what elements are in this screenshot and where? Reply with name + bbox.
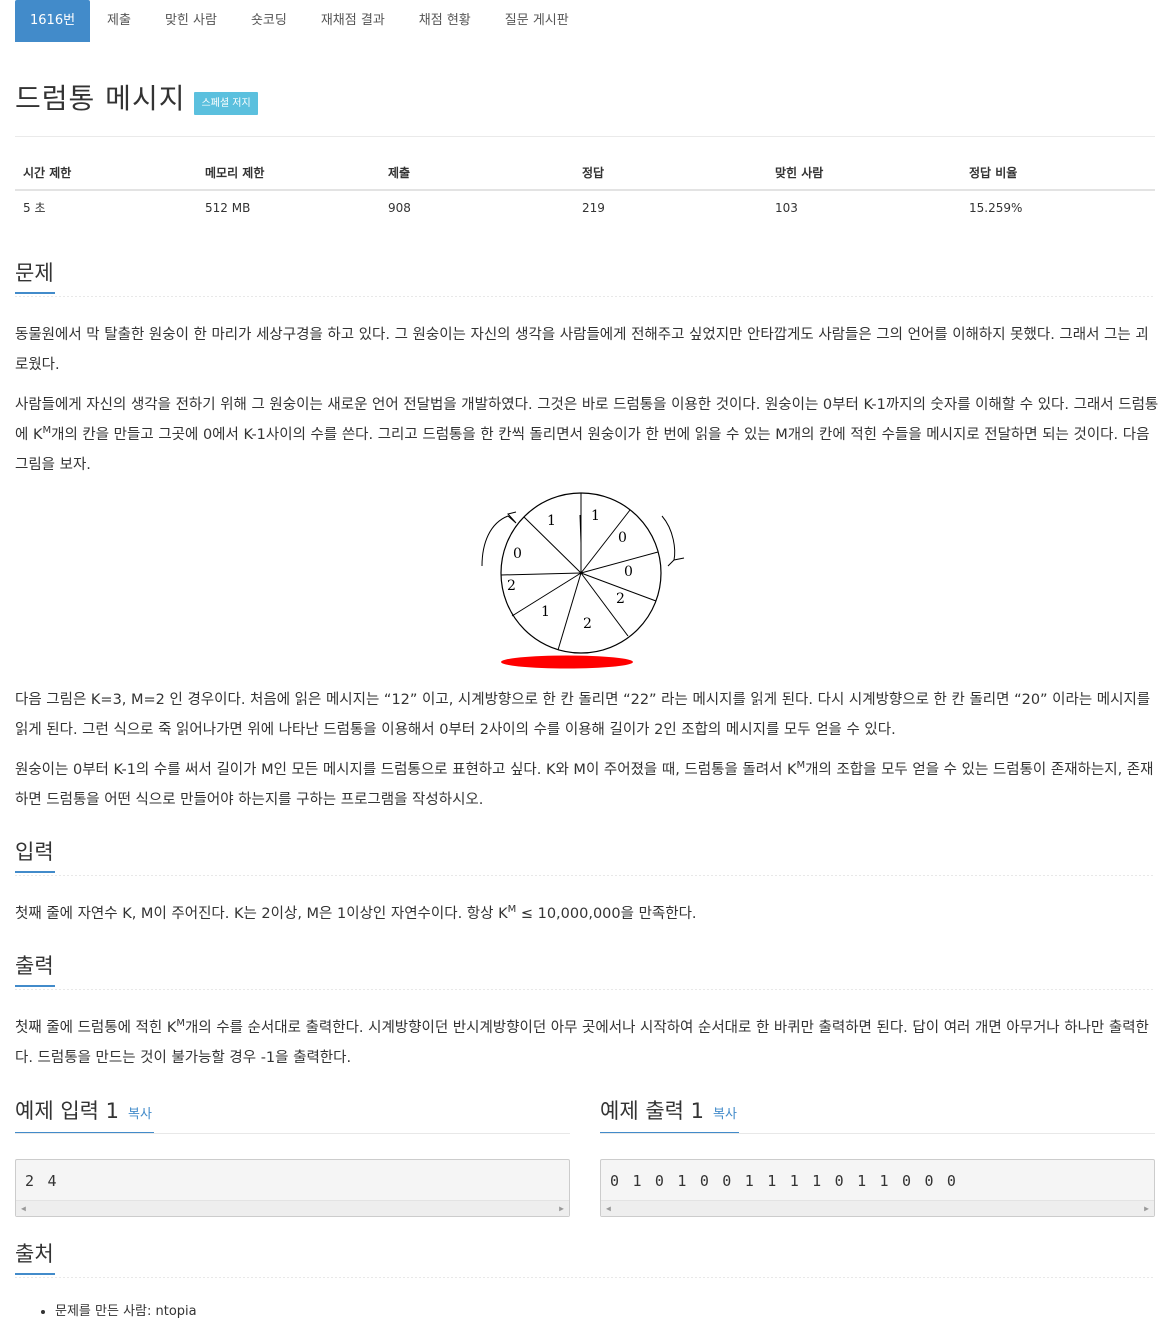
special-judge-badge: 스페셜 저지 (194, 92, 258, 115)
header-memory-limit: 메모리 제한 (197, 156, 380, 191)
output-text: 개의 수를 순서대로 출력한다. 시계방향이던 반시계방향이던 아무 곳에서나 … (15, 1020, 1149, 1066)
header-solvers: 맞힌 사람 (767, 156, 961, 191)
table-row: 5 초 512 MB 908 219 103 15.259% (15, 190, 1155, 224)
heading-underline (15, 985, 55, 987)
drum-digits: 1 1 0 0 2 2 1 2 0 (507, 508, 633, 632)
section-title-input: 입력 (15, 840, 54, 864)
tab-rejudge[interactable]: 재채점 결과 (304, 0, 402, 42)
tab-submit[interactable]: 제출 (90, 0, 148, 42)
drum-digit: 2 (616, 591, 625, 607)
sample-output-heading: 예제 출력 1 복사 (600, 1096, 737, 1130)
arrow-left-icon (481, 511, 517, 567)
tab-problem[interactable]: 1616번 (15, 0, 91, 42)
section-heading-description: 문제 (15, 258, 55, 294)
description-paragraph-2: 사람들에게 자신의 생각을 전하기 위해 그 원숭이는 새로운 언어 전달법을 … (15, 390, 1160, 480)
list-item: 문제를 만든 사람: ntopia (55, 1298, 197, 1326)
sample-output-text: 0 1 0 1 0 0 1 1 1 1 0 1 1 0 0 0 (610, 1172, 959, 1190)
drum-digit: 1 (541, 604, 550, 620)
sample-output-title: 예제 출력 1 (600, 1099, 704, 1123)
scroll-left-icon[interactable]: ◀ (21, 1204, 26, 1213)
sample-input-box[interactable]: 2 4 ◀ ▶ (15, 1159, 570, 1217)
drum-digit: 0 (618, 530, 627, 546)
section-divider (15, 296, 1155, 297)
scroll-right-icon[interactable]: ▶ (1144, 1204, 1149, 1213)
drum-digit: 0 (624, 564, 633, 580)
value-ratio: 15.259% (969, 200, 1023, 215)
horizontal-scrollbar[interactable]: ◀ ▶ (16, 1200, 569, 1216)
value-accepted: 219 (582, 200, 605, 215)
drum-digit: 2 (507, 578, 516, 594)
problem-tabs: 1616번 제출 맞힌 사람 숏코딩 재채점 결과 채점 현황 질문 게시판 (15, 0, 586, 42)
sample-input-title: 예제 입력 1 (15, 1099, 119, 1123)
title-row: 드럼통 메시지 스페셜 저지 (15, 80, 258, 118)
drum-digit: 1 (591, 508, 600, 524)
value-submissions: 908 (388, 200, 411, 215)
drum-digit: 1 (547, 513, 556, 529)
drum-figure: 1 1 0 0 2 2 1 2 0 (481, 492, 685, 669)
copy-input-button[interactable]: 복사 (128, 1100, 152, 1130)
table-header-row: 시간 제한 메모리 제한 제출 정답 맞힌 사람 정답 비율 (15, 156, 1155, 191)
input-text: ≤ 10,000,000을 만족한다. (516, 906, 697, 922)
copy-output-button[interactable]: 복사 (713, 1100, 737, 1130)
description-paragraph-4: 원숭이는 0부터 K-1의 수를 써서 길이가 M인 모든 메시지를 드럼통으로… (15, 755, 1160, 815)
sample-input-heading: 예제 입력 1 복사 (15, 1096, 152, 1130)
value-solvers: 103 (775, 200, 798, 215)
description-paragraph-3: 다음 그림은 K=3, M=2 인 경우이다. 처음에 읽은 메시지는 “12”… (15, 692, 1151, 738)
output-text: 첫째 줄에 드럼통에 적힌 K (15, 1020, 177, 1036)
section-heading-input: 입력 (15, 837, 55, 873)
superscript: M (176, 1018, 185, 1030)
input-description: 첫째 줄에 자연수 K, M이 주어진다. K는 2이상, M은 1이상인 자연… (15, 899, 1160, 929)
tab-board[interactable]: 질문 게시판 (488, 0, 586, 42)
section-title-output: 출력 (15, 954, 54, 978)
input-text: 첫째 줄에 자연수 K, M이 주어진다. K는 2이상, M은 1이상인 자연… (15, 906, 508, 922)
superscript: M (507, 904, 517, 916)
tab-solvers[interactable]: 맞힌 사람 (148, 0, 234, 42)
description-paragraph-1: 동물원에서 막 탈출한 원숭이 한 마리가 세상구경을 하고 있다. 그 원숭이… (15, 327, 1149, 373)
horizontal-scrollbar[interactable]: ◀ ▶ (601, 1200, 1154, 1216)
title-divider (15, 136, 1155, 137)
output-description: 첫째 줄에 드럼통에 적힌 KM개의 수를 순서대로 출력한다. 시계방향이던 … (15, 1013, 1160, 1073)
value-memory-limit: 512 MB (205, 200, 251, 215)
section-divider (15, 1277, 1155, 1278)
heading-underline (15, 871, 55, 873)
superscript: M (42, 425, 52, 437)
section-divider (15, 989, 1155, 990)
heading-underline (15, 292, 55, 294)
section-heading-output: 출력 (15, 951, 55, 987)
problem-info-table: 시간 제한 메모리 제한 제출 정답 맞힌 사람 정답 비율 5 초 512 M… (15, 156, 1155, 224)
source-list: 문제를 만든 사람: ntopia (15, 1298, 197, 1326)
section-divider (15, 1133, 570, 1134)
drum-base (501, 655, 633, 669)
scroll-left-icon[interactable]: ◀ (606, 1204, 611, 1213)
tab-status[interactable]: 채점 현황 (402, 0, 488, 42)
header-submissions: 제출 (380, 156, 574, 191)
heading-underline (15, 1273, 55, 1275)
description-text: 원숭이는 0부터 K-1의 수를 써서 길이가 M인 모든 메시지를 드럼통으로… (15, 762, 797, 778)
header-ratio: 정답 비율 (961, 156, 1155, 191)
scroll-right-icon[interactable]: ▶ (559, 1204, 564, 1213)
header-accepted: 정답 (574, 156, 767, 191)
page-title: 드럼통 메시지 (15, 82, 186, 115)
section-divider (15, 875, 1155, 876)
arrow-right-icon (661, 515, 685, 567)
section-divider (600, 1133, 1155, 1134)
drum-digit: 2 (583, 616, 592, 632)
section-title-source: 출처 (15, 1242, 54, 1266)
section-title-description: 문제 (15, 261, 54, 285)
value-time-limit: 5 초 (23, 201, 46, 215)
header-time-limit: 시간 제한 (15, 156, 197, 191)
tab-shortcoding[interactable]: 숏코딩 (234, 0, 304, 42)
drum-digit: 0 (513, 546, 522, 562)
description-text: 개의 칸을 만들고 그곳에 0에서 K-1사이의 수를 쓴다. 그리고 드럼통을… (15, 427, 1150, 473)
sample-input-text: 2 4 (25, 1172, 59, 1190)
sample-output-box[interactable]: 0 1 0 1 0 0 1 1 1 1 0 1 1 0 0 0 ◀ ▶ (600, 1159, 1155, 1217)
section-heading-source: 출처 (15, 1239, 55, 1275)
superscript: M (796, 760, 806, 772)
